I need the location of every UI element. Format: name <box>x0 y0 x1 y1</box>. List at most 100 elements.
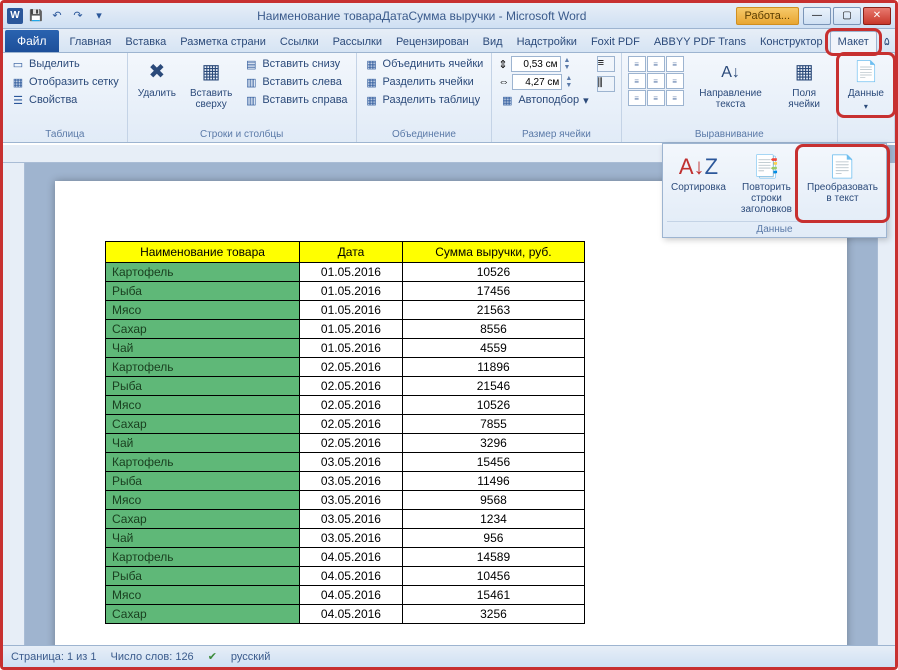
table-row[interactable]: Картофель04.05.201614589 <box>106 548 585 567</box>
cell-name[interactable]: Сахар <box>106 605 300 624</box>
table-row[interactable]: Чай01.05.20164559 <box>106 339 585 358</box>
autofit-button[interactable]: ▦Автоподбор ▾ <box>498 92 590 108</box>
cell-name[interactable]: Мясо <box>106 396 300 415</box>
col-width-field[interactable] <box>512 74 562 90</box>
text-direction-button[interactable]: A↓ Направление текста <box>690 56 772 112</box>
cell-name[interactable]: Чай <box>106 434 300 453</box>
insert-left-button[interactable]: ▥Вставить слева <box>242 74 349 90</box>
distribute-rows-icon[interactable]: ≡ <box>597 56 615 72</box>
status-language[interactable]: русский <box>231 651 270 663</box>
cell-name[interactable]: Мясо <box>106 301 300 320</box>
cell-sum[interactable]: 8556 <box>402 320 584 339</box>
cell-sum[interactable]: 10526 <box>402 263 584 282</box>
cell-name[interactable]: Рыба <box>106 567 300 586</box>
ribbon-minimize-icon[interactable]: ۵ <box>877 31 897 52</box>
cell-sum[interactable]: 10526 <box>402 396 584 415</box>
cell-date[interactable]: 03.05.2016 <box>300 510 403 529</box>
undo-icon[interactable]: ↶ <box>48 7 66 25</box>
cell-name[interactable]: Картофель <box>106 263 300 282</box>
col-name[interactable]: Наименование товара <box>106 242 300 263</box>
cell-sum[interactable]: 956 <box>402 529 584 548</box>
cell-date[interactable]: 01.05.2016 <box>300 282 403 301</box>
table-row[interactable]: Сахар04.05.20163256 <box>106 605 585 624</box>
delete-button[interactable]: ✖ Удалить <box>134 56 180 101</box>
convert-to-text-button[interactable]: 📄 Преобразовать в текст <box>803 150 882 217</box>
insert-right-button[interactable]: ▥Вставить справа <box>242 92 349 108</box>
cell-sum[interactable]: 3256 <box>402 605 584 624</box>
table-row[interactable]: Чай02.05.20163296 <box>106 434 585 453</box>
table-row[interactable]: Мясо04.05.201615461 <box>106 586 585 605</box>
distribute-cols-icon[interactable]: ⫼ <box>597 76 615 92</box>
cell-date[interactable]: 02.05.2016 <box>300 396 403 415</box>
table-row[interactable]: Чай03.05.2016956 <box>106 529 585 548</box>
table-row[interactable]: Мясо02.05.201610526 <box>106 396 585 415</box>
cell-sum[interactable]: 9568 <box>402 491 584 510</box>
document-page[interactable]: Наименование товара Дата Сумма выручки, … <box>55 181 847 645</box>
table-header-row[interactable]: Наименование товара Дата Сумма выручки, … <box>106 242 585 263</box>
view-gridlines-button[interactable]: ▦Отобразить сетку <box>9 74 121 90</box>
tab-references[interactable]: Ссылки <box>273 32 326 52</box>
cell-date[interactable]: 02.05.2016 <box>300 415 403 434</box>
cell-name[interactable]: Чай <box>106 339 300 358</box>
table-row[interactable]: Картофель03.05.201615456 <box>106 453 585 472</box>
tab-layout[interactable]: Макет <box>830 31 877 53</box>
row-height-field[interactable] <box>511 56 561 72</box>
cell-date[interactable]: 03.05.2016 <box>300 529 403 548</box>
close-button[interactable]: ✕ <box>863 7 891 25</box>
table-row[interactable]: Рыба01.05.201617456 <box>106 282 585 301</box>
cell-sum[interactable]: 21563 <box>402 301 584 320</box>
tab-foxit[interactable]: Foxit PDF <box>584 32 647 52</box>
cell-date[interactable]: 02.05.2016 <box>300 377 403 396</box>
table-row[interactable]: Картофель02.05.201611896 <box>106 358 585 377</box>
cell-date[interactable]: 04.05.2016 <box>300 567 403 586</box>
vertical-ruler[interactable] <box>3 163 25 645</box>
row-height-input[interactable]: ⇕ ▲▼ <box>498 56 590 72</box>
data-table[interactable]: Наименование товара Дата Сумма выручки, … <box>105 241 585 624</box>
cell-sum[interactable]: 17456 <box>402 282 584 301</box>
table-row[interactable]: Рыба04.05.201610456 <box>106 567 585 586</box>
split-cells-button[interactable]: ▦Разделить ячейки <box>363 74 486 90</box>
repeat-header-button[interactable]: 📑 Повторить строки заголовков <box>730 150 803 217</box>
properties-button[interactable]: ☰Свойства <box>9 92 121 108</box>
cell-name[interactable]: Картофель <box>106 548 300 567</box>
maximize-button[interactable]: ▢ <box>833 7 861 25</box>
insert-below-button[interactable]: ▤Вставить снизу <box>242 56 349 72</box>
cell-name[interactable]: Рыба <box>106 377 300 396</box>
table-row[interactable]: Рыба03.05.201611496 <box>106 472 585 491</box>
tab-page-layout[interactable]: Разметка страни <box>173 32 273 52</box>
table-row[interactable]: Сахар03.05.20161234 <box>106 510 585 529</box>
cell-date[interactable]: 02.05.2016 <box>300 434 403 453</box>
cell-name[interactable]: Мясо <box>106 586 300 605</box>
cell-date[interactable]: 01.05.2016 <box>300 320 403 339</box>
save-icon[interactable]: 💾 <box>27 7 45 25</box>
tab-design[interactable]: Конструктор <box>753 32 830 52</box>
table-row[interactable]: Картофель01.05.201610526 <box>106 263 585 282</box>
split-table-button[interactable]: ▦Разделить таблицу <box>363 92 486 108</box>
context-tab-label[interactable]: Работа... <box>736 7 799 25</box>
tab-abbyy[interactable]: ABBYY PDF Trans <box>647 32 753 52</box>
cell-sum[interactable]: 14589 <box>402 548 584 567</box>
redo-icon[interactable]: ↷ <box>69 7 87 25</box>
cell-name[interactable]: Сахар <box>106 320 300 339</box>
cell-name[interactable]: Рыба <box>106 472 300 491</box>
cell-name[interactable]: Чай <box>106 529 300 548</box>
data-button[interactable]: 📄 Данные ▾ <box>844 56 888 114</box>
cell-sum[interactable]: 21546 <box>402 377 584 396</box>
tab-insert[interactable]: Вставка <box>118 32 173 52</box>
merge-cells-button[interactable]: ▦Объединить ячейки <box>363 56 486 72</box>
cell-sum[interactable]: 7855 <box>402 415 584 434</box>
cell-date[interactable]: 03.05.2016 <box>300 491 403 510</box>
cell-margins-button[interactable]: ▦ Поля ячейки <box>777 56 830 112</box>
tab-view[interactable]: Вид <box>476 32 510 52</box>
cell-date[interactable]: 01.05.2016 <box>300 339 403 358</box>
insert-above-button[interactable]: ▦ Вставить сверху <box>186 56 236 112</box>
cell-sum[interactable]: 10456 <box>402 567 584 586</box>
cell-sum[interactable]: 11496 <box>402 472 584 491</box>
cell-sum[interactable]: 1234 <box>402 510 584 529</box>
tab-home[interactable]: Главная <box>63 32 119 52</box>
cell-name[interactable]: Сахар <box>106 510 300 529</box>
table-row[interactable]: Мясо03.05.20169568 <box>106 491 585 510</box>
cell-sum[interactable]: 3296 <box>402 434 584 453</box>
cell-date[interactable]: 01.05.2016 <box>300 301 403 320</box>
cell-name[interactable]: Мясо <box>106 491 300 510</box>
